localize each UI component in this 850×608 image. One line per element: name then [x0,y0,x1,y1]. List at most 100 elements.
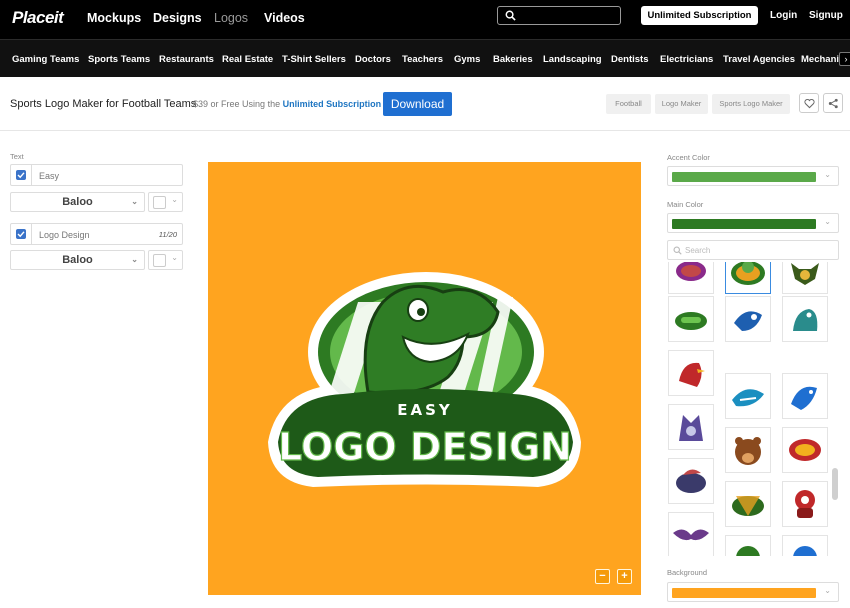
text-field-1[interactable]: Easy [10,164,183,186]
checkbox-text-2[interactable] [16,229,26,239]
login-link[interactable]: Login [770,10,797,21]
download-button[interactable]: Download [383,92,452,116]
chevron-down-icon: ⌄ [824,217,831,226]
text-color-select-1[interactable]: ⌄ [148,192,183,212]
text-color-select-2[interactable]: ⌄ [148,250,183,270]
bull-icon [791,263,819,285]
category-teachers[interactable]: Teachers [402,54,443,65]
category-restaurants[interactable]: Restaurants [159,54,214,65]
font-select-1[interactable]: Baloo ⌄ [10,192,145,212]
category-real-estate[interactable]: Real Estate [222,54,273,65]
color-swatch [153,254,166,267]
search-input[interactable] [497,6,621,25]
icon-tile[interactable] [782,481,828,527]
wolf-icon [679,415,703,441]
price-value: $39 [193,99,209,109]
share-button[interactable] [823,93,843,113]
font-select-2[interactable]: Baloo ⌄ [10,250,145,270]
category-bakeries[interactable]: Bakeries [493,54,533,65]
robot-icon [795,490,815,518]
nav-videos[interactable]: Videos [264,11,305,25]
icon-tile[interactable] [782,262,828,294]
icon-tile[interactable] [668,262,714,294]
scrollbar-thumb[interactable] [832,468,838,500]
price-or: or Free Using the [210,99,281,109]
nav-logos[interactable]: Logos [214,11,248,25]
icon-tile[interactable] [782,373,828,419]
football-helmet-icon [675,312,707,330]
unlimited-subscription-link[interactable]: Unlimited Subscription [283,99,382,109]
icon-tile[interactable] [725,535,771,556]
icon-tile[interactable] [725,296,771,342]
logo-canvas[interactable]: EASY LOGO DESIGN [208,162,641,595]
dolphin-icon [791,386,817,410]
icon-tile[interactable] [668,404,714,450]
placeit-logo[interactable]: Placeit [12,8,64,28]
category-electricians[interactable]: Electricians [660,54,713,65]
main-color-bar [672,219,816,229]
search-icon [505,10,516,21]
zoom-out-button[interactable]: − [595,569,610,584]
icon-search-input[interactable]: Search [667,240,839,260]
category-sports-teams[interactable]: Sports Teams [88,54,150,65]
seal-icon [793,309,818,331]
tag-football[interactable]: Football [606,94,651,114]
chevron-right-icon[interactable]: › [839,52,850,66]
background-color-bar [672,588,816,598]
text-section-label: Text [10,152,24,161]
chevron-down-icon: ⌄ [171,253,178,262]
category-gyms[interactable]: Gyms [454,54,480,65]
favorite-button[interactable] [799,93,819,113]
category-dentists[interactable]: Dentists [611,54,648,65]
category-landscaping[interactable]: Landscaping [543,54,602,65]
main-color-select[interactable]: ⌄ [667,213,839,233]
icon-tile[interactable] [725,481,771,527]
football-bird-icon [676,469,706,493]
accent-color-select[interactable]: ⌄ [667,166,839,186]
logo-large-text: LOGO DESIGN [278,425,572,469]
icon-tile-selected[interactable] [725,262,771,294]
icon-tile[interactable] [782,296,828,342]
icon-tile[interactable] [668,512,714,556]
icon-tile[interactable] [725,427,771,473]
nav-designs[interactable]: Designs [153,11,202,25]
icon-tile[interactable] [668,296,714,342]
signup-link[interactable]: Signup [809,10,843,21]
heart-icon [804,99,815,109]
unlimited-subscription-button[interactable]: Unlimited Subscription [641,6,758,25]
shark-icon [732,389,764,407]
zoom-in-button[interactable]: + [617,569,632,584]
icon-grid [666,262,832,556]
background-label: Background [667,568,708,577]
icon-search-placeholder: Search [685,246,711,255]
accent-color-bar [672,172,816,182]
checkbox-text-1[interactable] [16,170,26,180]
football-icon [676,262,706,281]
check-icon [17,172,25,179]
icon-tile[interactable] [668,458,714,504]
icon-grid-scrollbar[interactable] [831,262,839,556]
category-travel-agencies[interactable]: Travel Agencies [723,54,795,65]
category-t-shirt-sellers[interactable]: T-Shirt Sellers [282,54,346,65]
icon-tile[interactable] [668,350,714,396]
tag-logo-maker[interactable]: Logo Maker [655,94,708,114]
divider [31,224,32,244]
title-bar: Sports Logo Maker for Football Teams $39… [0,77,850,131]
dino-pupil [417,308,425,316]
category-doctors[interactable]: Doctors [355,54,391,65]
icon-tile[interactable] [782,427,828,473]
background-color-select[interactable]: ⌄ [667,582,839,602]
category-mechanic[interactable]: Mechanic [801,54,844,65]
tag-sports-logo-maker[interactable]: Sports Logo Maker [712,94,790,114]
char-counter: 11/20 [158,230,177,239]
text-field-2[interactable]: Logo Design 11/20 [10,223,183,245]
football-team-icon [732,496,764,516]
nav-mockups[interactable]: Mockups [87,11,141,25]
category-gaming-teams[interactable]: Gaming Teams [12,54,79,65]
icon-tile[interactable] [782,535,828,556]
icon-tile[interactable] [725,373,771,419]
divider [31,165,32,185]
page-title: Sports Logo Maker for Football Teams [10,98,197,110]
check-icon [17,231,25,238]
share-icon [828,98,838,109]
